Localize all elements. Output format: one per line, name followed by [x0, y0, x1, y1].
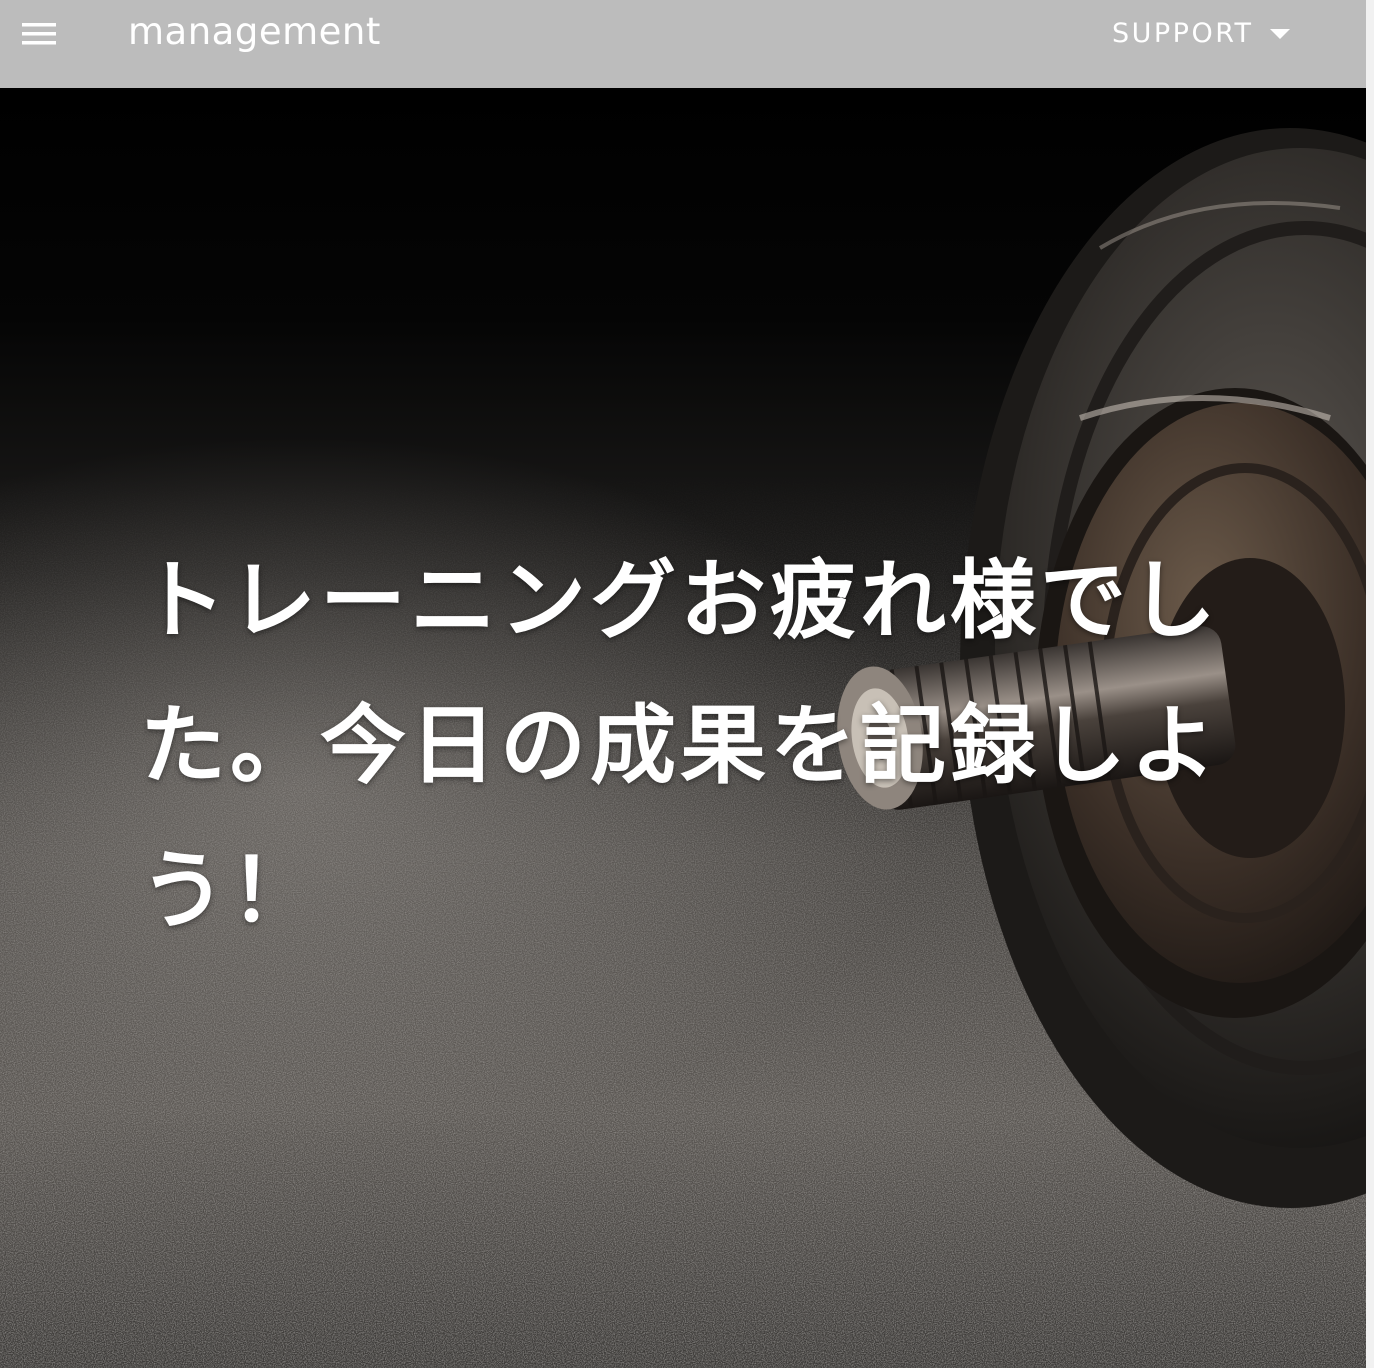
hero-section: トレーニングお疲れ様でした。今日の成果を記録しよう！: [0, 88, 1366, 1368]
support-label: SUPPORT: [1112, 17, 1254, 49]
brand-title[interactable]: management: [128, 10, 381, 53]
scrollbar[interactable]: [1366, 0, 1374, 1368]
caret-down-icon: [1269, 29, 1290, 39]
support-dropdown[interactable]: SUPPORT: [1112, 14, 1290, 52]
menu-button[interactable]: [16, 14, 64, 54]
page: management SUPPORT トレーニングお疲れ様でした。今日の成果を記…: [0, 0, 1374, 1368]
hero-heading: トレーニングお疲れ様でした。今日の成果を記録しよう！: [140, 550, 1220, 941]
hamburger-menu-icon: [22, 23, 56, 45]
top-navbar: management SUPPORT: [0, 0, 1366, 88]
